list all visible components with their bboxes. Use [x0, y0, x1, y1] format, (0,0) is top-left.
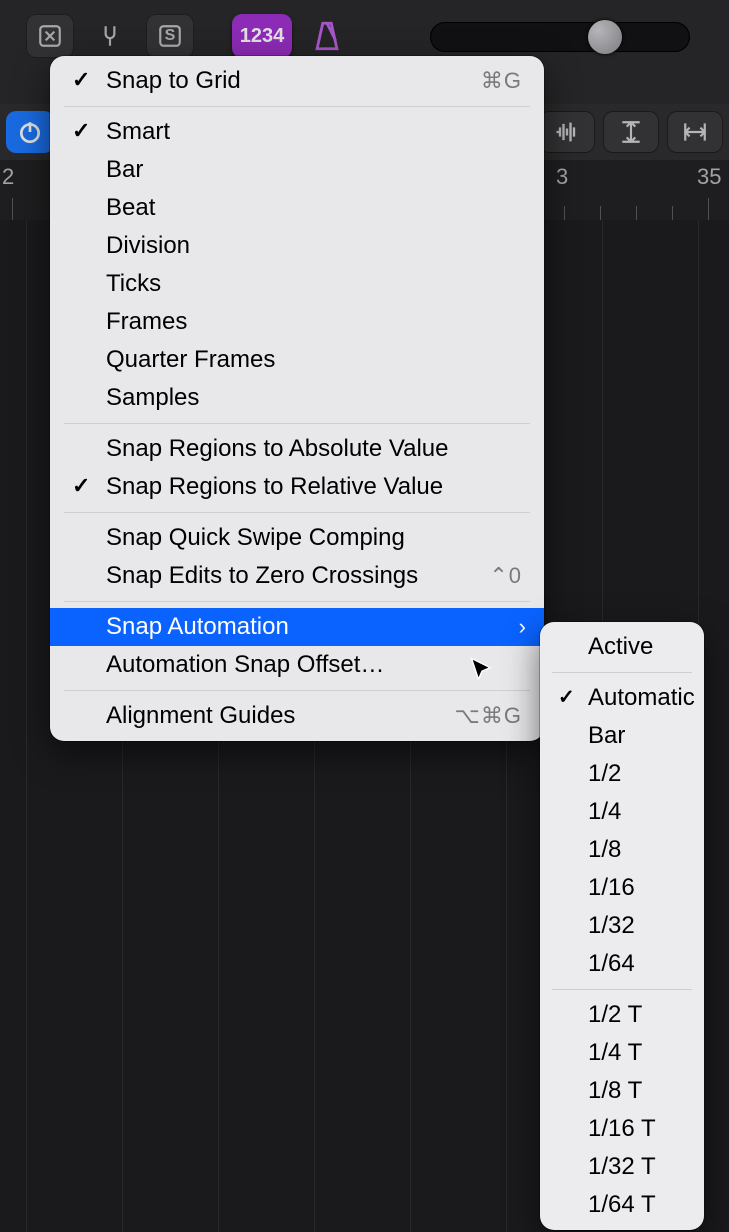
menu-item-quick-swipe[interactable]: Snap Quick Swipe Comping [50, 519, 544, 557]
menu-separator [64, 106, 530, 107]
menu-item-snap-automation[interactable]: Snap Automation › [50, 608, 544, 646]
submenu-item-thirtysecond[interactable]: 1/32 [540, 907, 704, 945]
submenu-item-label: Active [588, 633, 653, 661]
menu-separator [552, 672, 692, 673]
menu-item-label: Ticks [106, 270, 161, 298]
submenu-item-label: 1/2 [588, 760, 621, 788]
power-button[interactable] [6, 111, 54, 153]
submenu-item-sixtyfourth-t[interactable]: 1/64 T [540, 1186, 704, 1224]
badge-label: 1234 [240, 25, 285, 48]
submenu-item-label: 1/4 T [588, 1039, 642, 1067]
submenu-item-automatic[interactable]: ✓ Automatic [540, 679, 704, 717]
close-box-button[interactable] [26, 14, 74, 58]
count-in-badge[interactable]: 1234 [232, 14, 292, 58]
menu-item-label: Quarter Frames [106, 346, 275, 374]
menu-item-alignment-guides[interactable]: Alignment Guides ⌥⌘G [50, 697, 544, 735]
menu-item-frames[interactable]: Frames [50, 303, 544, 341]
submenu-item-quarter[interactable]: 1/4 [540, 793, 704, 831]
submenu-item-sixtyfourth[interactable]: 1/64 [540, 945, 704, 983]
vertical-fit-button[interactable] [603, 111, 659, 153]
menu-item-label: Smart [106, 118, 170, 146]
menu-item-quarter-frames[interactable]: Quarter Frames [50, 341, 544, 379]
chevron-right-icon: › [519, 614, 526, 640]
menu-item-label: Beat [106, 194, 155, 222]
snap-automation-submenu: Active ✓ Automatic Bar 1/2 1/4 1/8 1/16 … [540, 622, 704, 1230]
submenu-item-half-t[interactable]: 1/2 T [540, 996, 704, 1034]
zoom-slider-thumb[interactable] [588, 20, 622, 54]
submenu-item-label: 1/64 T [588, 1191, 656, 1219]
menu-separator [64, 512, 530, 513]
submenu-item-label: Bar [588, 722, 625, 750]
snap-menu: ✓ Snap to Grid ⌘G ✓ Smart Bar Beat Divis… [50, 56, 544, 741]
menu-item-label: Snap Regions to Relative Value [106, 473, 443, 501]
submenu-item-half[interactable]: 1/2 [540, 755, 704, 793]
menu-item-beat[interactable]: Beat [50, 189, 544, 227]
menu-item-smart[interactable]: ✓ Smart [50, 113, 544, 151]
ruler-number: 2 [2, 164, 14, 190]
menu-shortcut: ⌥⌘G [455, 703, 522, 729]
menu-item-label: Snap to Grid [106, 67, 241, 95]
submenu-item-label: Automatic [588, 684, 695, 712]
menu-item-label: Snap Edits to Zero Crossings [106, 562, 418, 590]
submenu-item-label: 1/8 T [588, 1077, 642, 1105]
horizontal-fit-button[interactable] [667, 111, 723, 153]
submenu-item-sixteenth[interactable]: 1/16 [540, 869, 704, 907]
check-icon: ✓ [72, 118, 90, 144]
submenu-item-label: 1/16 [588, 874, 635, 902]
menu-item-samples[interactable]: Samples [50, 379, 544, 417]
menu-item-label: Snap Regions to Absolute Value [106, 435, 448, 463]
submenu-item-label: 1/4 [588, 798, 621, 826]
menu-item-label: Samples [106, 384, 199, 412]
check-icon: ✓ [72, 473, 90, 499]
tuning-fork-icon[interactable] [86, 14, 134, 58]
menu-shortcut: ⌘G [481, 68, 522, 94]
menu-item-snap-to-grid[interactable]: ✓ Snap to Grid ⌘G [50, 62, 544, 100]
submenu-item-bar[interactable]: Bar [540, 717, 704, 755]
menu-separator [552, 989, 692, 990]
submenu-item-label: 1/2 T [588, 1001, 642, 1029]
submenu-item-sixteenth-t[interactable]: 1/16 T [540, 1110, 704, 1148]
metronome-icon[interactable] [302, 14, 352, 58]
check-icon: ✓ [558, 685, 575, 710]
menu-item-label: Snap Automation [106, 613, 289, 641]
menu-item-label: Alignment Guides [106, 702, 295, 730]
ruler-number: 35 [697, 164, 721, 190]
check-icon: ✓ [72, 67, 90, 93]
waveform-button[interactable] [539, 111, 595, 153]
submenu-item-label: 1/32 T [588, 1153, 656, 1181]
menu-item-label: Division [106, 232, 190, 260]
menu-item-automation-offset[interactable]: Automation Snap Offset… [50, 646, 544, 684]
menu-item-ticks[interactable]: Ticks [50, 265, 544, 303]
submenu-item-label: 1/16 T [588, 1115, 656, 1143]
menu-item-label: Automation Snap Offset… [106, 651, 384, 679]
submenu-item-label: 1/64 [588, 950, 635, 978]
submenu-item-label: 1/8 [588, 836, 621, 864]
submenu-item-label: 1/32 [588, 912, 635, 940]
zoom-slider[interactable] [430, 22, 690, 52]
submenu-item-quarter-t[interactable]: 1/4 T [540, 1034, 704, 1072]
submenu-item-eighth-t[interactable]: 1/8 T [540, 1072, 704, 1110]
menu-item-label: Snap Quick Swipe Comping [106, 524, 405, 552]
menu-item-label: Frames [106, 308, 187, 336]
menu-item-snap-absolute[interactable]: Snap Regions to Absolute Value [50, 430, 544, 468]
submenu-item-active[interactable]: Active [540, 628, 704, 666]
menu-shortcut: ⌃0 [489, 563, 522, 589]
menu-separator [64, 601, 530, 602]
submenu-item-thirtysecond-t[interactable]: 1/32 T [540, 1148, 704, 1186]
menu-separator [64, 690, 530, 691]
s-box-button[interactable]: S [146, 14, 194, 58]
submenu-item-eighth[interactable]: 1/8 [540, 831, 704, 869]
menu-item-label: Bar [106, 156, 143, 184]
menu-item-zero-crossings[interactable]: Snap Edits to Zero Crossings ⌃0 [50, 557, 544, 595]
menu-item-division[interactable]: Division [50, 227, 544, 265]
menu-separator [64, 423, 530, 424]
ruler-number: 3 [556, 164, 568, 190]
menu-item-bar[interactable]: Bar [50, 151, 544, 189]
menu-item-snap-relative[interactable]: ✓ Snap Regions to Relative Value [50, 468, 544, 506]
